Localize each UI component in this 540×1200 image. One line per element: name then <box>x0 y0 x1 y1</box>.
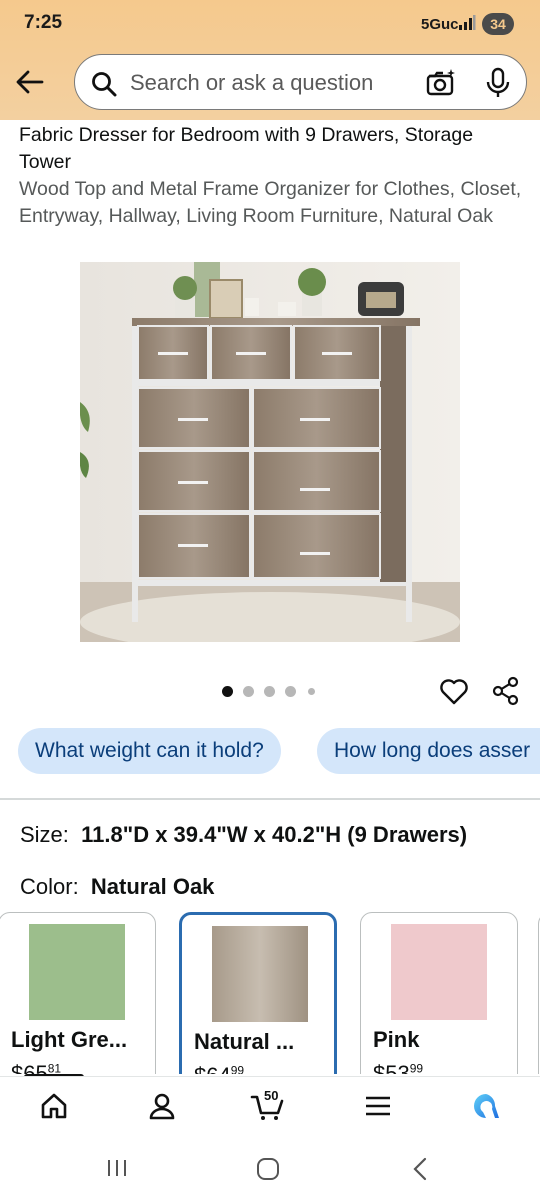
pagination-dot[interactable] <box>264 686 275 697</box>
question-chip-weight[interactable]: What weight can it hold? <box>18 728 281 774</box>
product-subtitle: Wood Top and Metal Frame Organizer for C… <box>19 178 522 227</box>
swatch-pink[interactable]: Pink $5399 <box>360 912 518 1074</box>
swatch-name: Natural ... <box>194 1029 295 1054</box>
search-input[interactable]: Search or ask a question <box>130 70 373 96</box>
product-image[interactable] <box>80 262 460 642</box>
question-chips: What weight can it hold? How long does a… <box>0 728 540 776</box>
swatch-natural-oak[interactable]: Natural ... $6499 <box>179 912 337 1074</box>
microphone-icon[interactable] <box>485 67 511 99</box>
swatch-image <box>212 926 308 1022</box>
home-icon[interactable] <box>39 1091 69 1121</box>
system-nav-bar <box>0 1136 540 1200</box>
cart-count-badge: 50 <box>264 1088 279 1103</box>
account-icon[interactable] <box>147 1091 177 1121</box>
section-divider <box>0 798 540 800</box>
size-selector[interactable]: Size: 11.8"D x 39.4"W x 40.2"H (9 Drawer… <box>20 822 467 848</box>
size-label: Size: <box>20 822 69 847</box>
swatch-image <box>391 924 487 1020</box>
status-time: 7:25 <box>24 12 63 33</box>
color-swatches: Light Gre... $6581 Natural ... $6499 Pin… <box>0 912 540 1074</box>
alexa-icon[interactable] <box>471 1091 501 1121</box>
share-icon[interactable] <box>492 676 520 706</box>
swatch-price: $6499 <box>194 1063 245 1074</box>
search-bar[interactable]: Search or ask a question <box>74 54 527 110</box>
search-icon <box>92 72 117 97</box>
menu-icon[interactable] <box>363 1091 393 1121</box>
pagination-dot[interactable] <box>285 686 296 697</box>
status-bar: 7:25 5Guc 34 <box>0 0 540 48</box>
bottom-nav <box>0 1076 540 1136</box>
swatch-image <box>29 924 125 1020</box>
camera-lens-icon[interactable] <box>425 67 457 99</box>
pagination-dot[interactable] <box>308 688 315 695</box>
swatch-name: Pink <box>373 1027 420 1052</box>
swatch-name: Light Gre... <box>11 1027 128 1052</box>
home-button-icon[interactable] <box>256 1157 280 1181</box>
color-selector: Color: Natural Oak <box>20 874 214 900</box>
swatch-light-green[interactable]: Light Gre... $6581 <box>0 912 156 1074</box>
image-pagination <box>222 686 322 698</box>
swatch-price: $6581 <box>11 1061 62 1074</box>
back-button-icon[interactable] <box>410 1157 430 1181</box>
color-label: Color: <box>20 874 79 899</box>
size-value: 11.8"D x 39.4"W x 40.2"H (9 Drawers) <box>81 822 468 847</box>
recent-apps-icon[interactable] <box>106 1157 128 1179</box>
heart-icon[interactable] <box>439 677 469 705</box>
top-header: 7:25 5Guc 34 Search or ask a question <box>0 0 540 120</box>
swatch-price: $5399 <box>373 1061 424 1074</box>
pagination-dot-active[interactable] <box>222 686 233 697</box>
product-title: Fabric Dresser for Bedroom with 9 Drawer… <box>19 124 474 173</box>
battery-icon: 34 <box>482 13 514 35</box>
pagination-dot[interactable] <box>243 686 254 697</box>
color-value: Natural Oak <box>90 874 215 899</box>
question-chip-assembly[interactable]: How long does asser <box>317 728 540 774</box>
back-arrow-icon[interactable] <box>12 64 48 100</box>
network-indicator: 5Guc <box>421 16 459 33</box>
signal-icon <box>459 15 476 30</box>
